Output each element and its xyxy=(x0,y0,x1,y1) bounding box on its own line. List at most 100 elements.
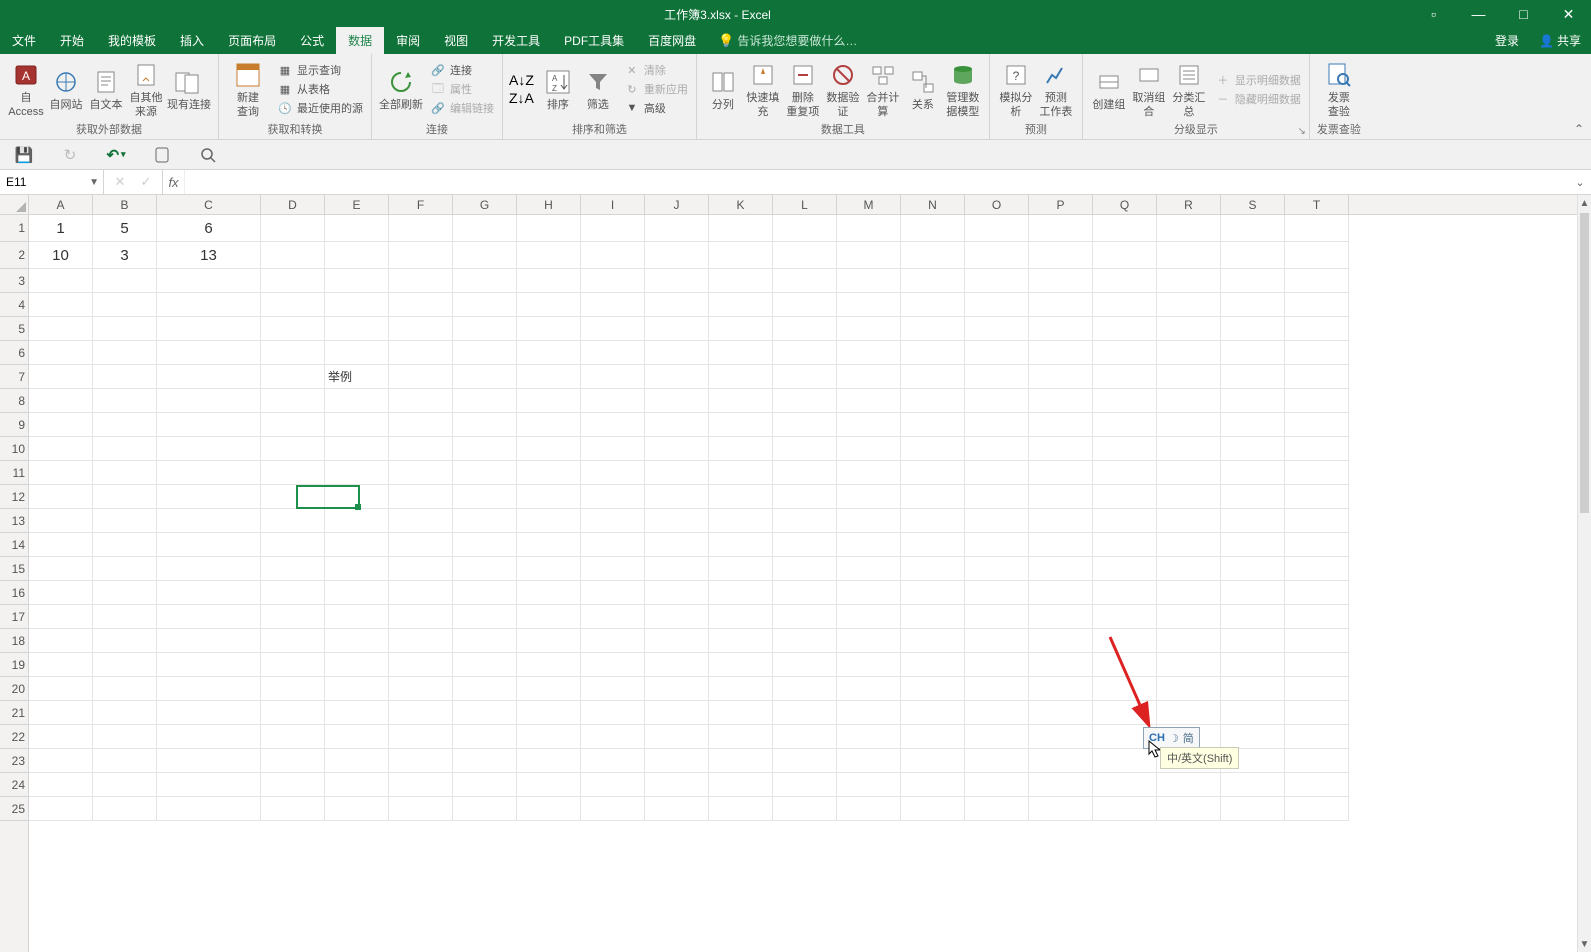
cell-L4[interactable] xyxy=(773,293,837,317)
cell-M13[interactable] xyxy=(837,509,901,533)
cell-P9[interactable] xyxy=(1029,413,1093,437)
cell-C21[interactable] xyxy=(157,701,261,725)
cell-E17[interactable] xyxy=(325,605,389,629)
cell-Q7[interactable] xyxy=(1093,365,1157,389)
cell-E4[interactable] xyxy=(325,293,389,317)
cell-T12[interactable] xyxy=(1285,485,1349,509)
cell-J17[interactable] xyxy=(645,605,709,629)
cell-B4[interactable] xyxy=(93,293,157,317)
cell-B21[interactable] xyxy=(93,701,157,725)
cell-G19[interactable] xyxy=(453,653,517,677)
cell-O25[interactable] xyxy=(965,797,1029,821)
cell-L9[interactable] xyxy=(773,413,837,437)
cell-C19[interactable] xyxy=(157,653,261,677)
cell-I20[interactable] xyxy=(581,677,645,701)
cell-I19[interactable] xyxy=(581,653,645,677)
refresh-all-button[interactable]: 全部刷新 xyxy=(378,66,424,112)
cell-R4[interactable] xyxy=(1157,293,1221,317)
cell-I13[interactable] xyxy=(581,509,645,533)
cell-C1[interactable]: 6 xyxy=(157,215,261,242)
cell-T2[interactable] xyxy=(1285,242,1349,269)
cell-A15[interactable] xyxy=(29,557,93,581)
cell-S17[interactable] xyxy=(1221,605,1285,629)
cell-F13[interactable] xyxy=(389,509,453,533)
select-all-button[interactable] xyxy=(0,195,29,215)
cell-H11[interactable] xyxy=(517,461,581,485)
cell-H18[interactable] xyxy=(517,629,581,653)
cell-H25[interactable] xyxy=(517,797,581,821)
cell-B3[interactable] xyxy=(93,269,157,293)
cell-G18[interactable] xyxy=(453,629,517,653)
cell-D1[interactable] xyxy=(261,215,325,242)
cell-S1[interactable] xyxy=(1221,215,1285,242)
cell-D16[interactable] xyxy=(261,581,325,605)
cell-B22[interactable] xyxy=(93,725,157,749)
cell-Q14[interactable] xyxy=(1093,533,1157,557)
cell-G15[interactable] xyxy=(453,557,517,581)
cell-E19[interactable] xyxy=(325,653,389,677)
cell-H14[interactable] xyxy=(517,533,581,557)
cell-M25[interactable] xyxy=(837,797,901,821)
from-access-button[interactable]: A自 Access xyxy=(6,59,46,118)
cell-R3[interactable] xyxy=(1157,269,1221,293)
cell-F24[interactable] xyxy=(389,773,453,797)
cell-C16[interactable] xyxy=(157,581,261,605)
cell-G6[interactable] xyxy=(453,341,517,365)
cell-D21[interactable] xyxy=(261,701,325,725)
from-table-button[interactable]: ▦从表格 xyxy=(275,80,365,98)
ungroup-button[interactable]: 取消组合 xyxy=(1129,59,1169,118)
tab-formulas[interactable]: 公式 xyxy=(288,27,336,54)
cell-B18[interactable] xyxy=(93,629,157,653)
cell-K21[interactable] xyxy=(709,701,773,725)
column-header-R[interactable]: R xyxy=(1157,195,1221,214)
cell-I16[interactable] xyxy=(581,581,645,605)
cell-L15[interactable] xyxy=(773,557,837,581)
cell-O14[interactable] xyxy=(965,533,1029,557)
cell-R11[interactable] xyxy=(1157,461,1221,485)
row-header-3[interactable]: 3 xyxy=(0,269,28,293)
cell-N1[interactable] xyxy=(901,215,965,242)
row-header-18[interactable]: 18 xyxy=(0,629,28,653)
share-button[interactable]: 👤 共享 xyxy=(1529,27,1591,54)
cell-Q17[interactable] xyxy=(1093,605,1157,629)
cell-L13[interactable] xyxy=(773,509,837,533)
cell-N5[interactable] xyxy=(901,317,965,341)
cell-P10[interactable] xyxy=(1029,437,1093,461)
cell-M19[interactable] xyxy=(837,653,901,677)
cell-F7[interactable] xyxy=(389,365,453,389)
cell-S14[interactable] xyxy=(1221,533,1285,557)
cell-I3[interactable] xyxy=(581,269,645,293)
print-preview-button[interactable] xyxy=(198,145,218,165)
cell-C14[interactable] xyxy=(157,533,261,557)
row-header-11[interactable]: 11 xyxy=(0,461,28,485)
cell-D25[interactable] xyxy=(261,797,325,821)
cell-R8[interactable] xyxy=(1157,389,1221,413)
row-header-25[interactable]: 25 xyxy=(0,797,28,821)
cell-C5[interactable] xyxy=(157,317,261,341)
cell-M23[interactable] xyxy=(837,749,901,773)
cell-J11[interactable] xyxy=(645,461,709,485)
cell-Q2[interactable] xyxy=(1093,242,1157,269)
tab-baidu-netdisk[interactable]: 百度网盘 xyxy=(636,27,708,54)
cell-G3[interactable] xyxy=(453,269,517,293)
cell-P25[interactable] xyxy=(1029,797,1093,821)
cell-G12[interactable] xyxy=(453,485,517,509)
cell-M9[interactable] xyxy=(837,413,901,437)
cell-O8[interactable] xyxy=(965,389,1029,413)
cell-F16[interactable] xyxy=(389,581,453,605)
cell-K14[interactable] xyxy=(709,533,773,557)
cell-H16[interactable] xyxy=(517,581,581,605)
cell-E7[interactable]: 举例 xyxy=(325,365,389,389)
cell-D15[interactable] xyxy=(261,557,325,581)
cell-T23[interactable] xyxy=(1285,749,1349,773)
cell-F2[interactable] xyxy=(389,242,453,269)
cell-C9[interactable] xyxy=(157,413,261,437)
cell-B19[interactable] xyxy=(93,653,157,677)
cell-A8[interactable] xyxy=(29,389,93,413)
cell-B12[interactable] xyxy=(93,485,157,509)
cell-L21[interactable] xyxy=(773,701,837,725)
cell-H19[interactable] xyxy=(517,653,581,677)
column-header-I[interactable]: I xyxy=(581,195,645,214)
cell-Q15[interactable] xyxy=(1093,557,1157,581)
cell-G14[interactable] xyxy=(453,533,517,557)
